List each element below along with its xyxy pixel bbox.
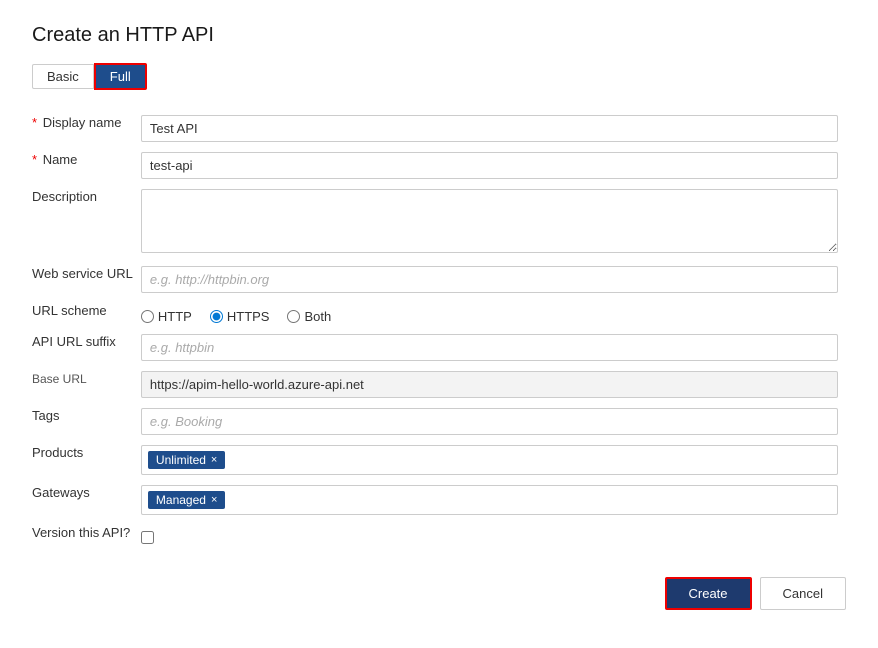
full-mode-button[interactable]: Full — [94, 63, 147, 90]
url-scheme-http-option[interactable]: HTTP — [141, 309, 192, 324]
base-url-value: https://apim-hello-world.azure-api.net — [141, 371, 838, 398]
products-label: Products — [32, 445, 83, 460]
gateways-row: Gateways Managed × — [32, 480, 846, 520]
description-label: Description — [32, 189, 97, 204]
version-api-label: Version this API? — [32, 525, 130, 540]
name-row: * Name — [32, 147, 846, 184]
url-scheme-radio-group: HTTP HTTPS Both — [141, 303, 838, 324]
display-name-label: Display name — [43, 115, 122, 130]
base-url-row: Base URL https://apim-hello-world.azure-… — [32, 366, 846, 403]
tags-input[interactable] — [141, 408, 838, 435]
version-api-checkbox[interactable] — [141, 531, 154, 544]
url-scheme-both-label: Both — [304, 309, 331, 324]
create-api-form: * Display name * Name Description — [32, 110, 846, 549]
cancel-button[interactable]: Cancel — [760, 577, 846, 610]
display-name-row: * Display name — [32, 110, 846, 147]
description-input[interactable] — [141, 189, 838, 253]
api-url-suffix-input[interactable] — [141, 334, 838, 361]
url-scheme-https-radio[interactable] — [210, 310, 223, 323]
mode-toggle: Basic Full — [32, 63, 846, 90]
description-row: Description — [32, 184, 846, 261]
url-scheme-https-label: HTTPS — [227, 309, 270, 324]
url-scheme-http-radio[interactable] — [141, 310, 154, 323]
tags-row: Tags — [32, 403, 846, 440]
basic-mode-button[interactable]: Basic — [32, 64, 94, 89]
api-url-suffix-row: API URL suffix — [32, 329, 846, 366]
name-label: Name — [43, 152, 78, 167]
url-scheme-https-option[interactable]: HTTPS — [210, 309, 270, 324]
products-row: Products Unlimited × — [32, 440, 846, 480]
gateways-label: Gateways — [32, 485, 90, 500]
create-button[interactable]: Create — [665, 577, 752, 610]
url-scheme-both-option[interactable]: Both — [287, 309, 331, 324]
bottom-buttons: Create Cancel — [32, 577, 846, 610]
gateway-chip-managed-label: Managed — [156, 493, 206, 507]
product-chip-unlimited-label: Unlimited — [156, 453, 206, 467]
tags-label: Tags — [32, 408, 59, 423]
url-scheme-row: URL scheme HTTP HTTPS Both — [32, 298, 846, 329]
name-input[interactable] — [141, 152, 838, 179]
web-service-url-input[interactable] — [141, 266, 838, 293]
url-scheme-label: URL scheme — [32, 303, 107, 318]
version-api-row: Version this API? — [32, 520, 846, 549]
product-chip-unlimited: Unlimited × — [148, 451, 225, 469]
products-input[interactable]: Unlimited × — [141, 445, 838, 475]
web-service-url-label: Web service URL — [32, 266, 133, 281]
required-star-name: * — [32, 152, 37, 167]
gateway-chip-managed-remove[interactable]: × — [211, 495, 217, 506]
url-scheme-both-radio[interactable] — [287, 310, 300, 323]
api-url-suffix-label: API URL suffix — [32, 334, 116, 349]
version-api-checkbox-row — [141, 525, 838, 544]
product-chip-unlimited-remove[interactable]: × — [211, 455, 217, 466]
base-url-label: Base URL — [32, 372, 87, 386]
required-star: * — [32, 115, 37, 130]
gateway-chip-managed: Managed × — [148, 491, 225, 509]
gateways-input[interactable]: Managed × — [141, 485, 838, 515]
url-scheme-http-label: HTTP — [158, 309, 192, 324]
page-title: Create an HTTP API — [32, 24, 846, 47]
web-service-url-row: Web service URL — [32, 261, 846, 298]
display-name-input[interactable] — [141, 115, 838, 142]
